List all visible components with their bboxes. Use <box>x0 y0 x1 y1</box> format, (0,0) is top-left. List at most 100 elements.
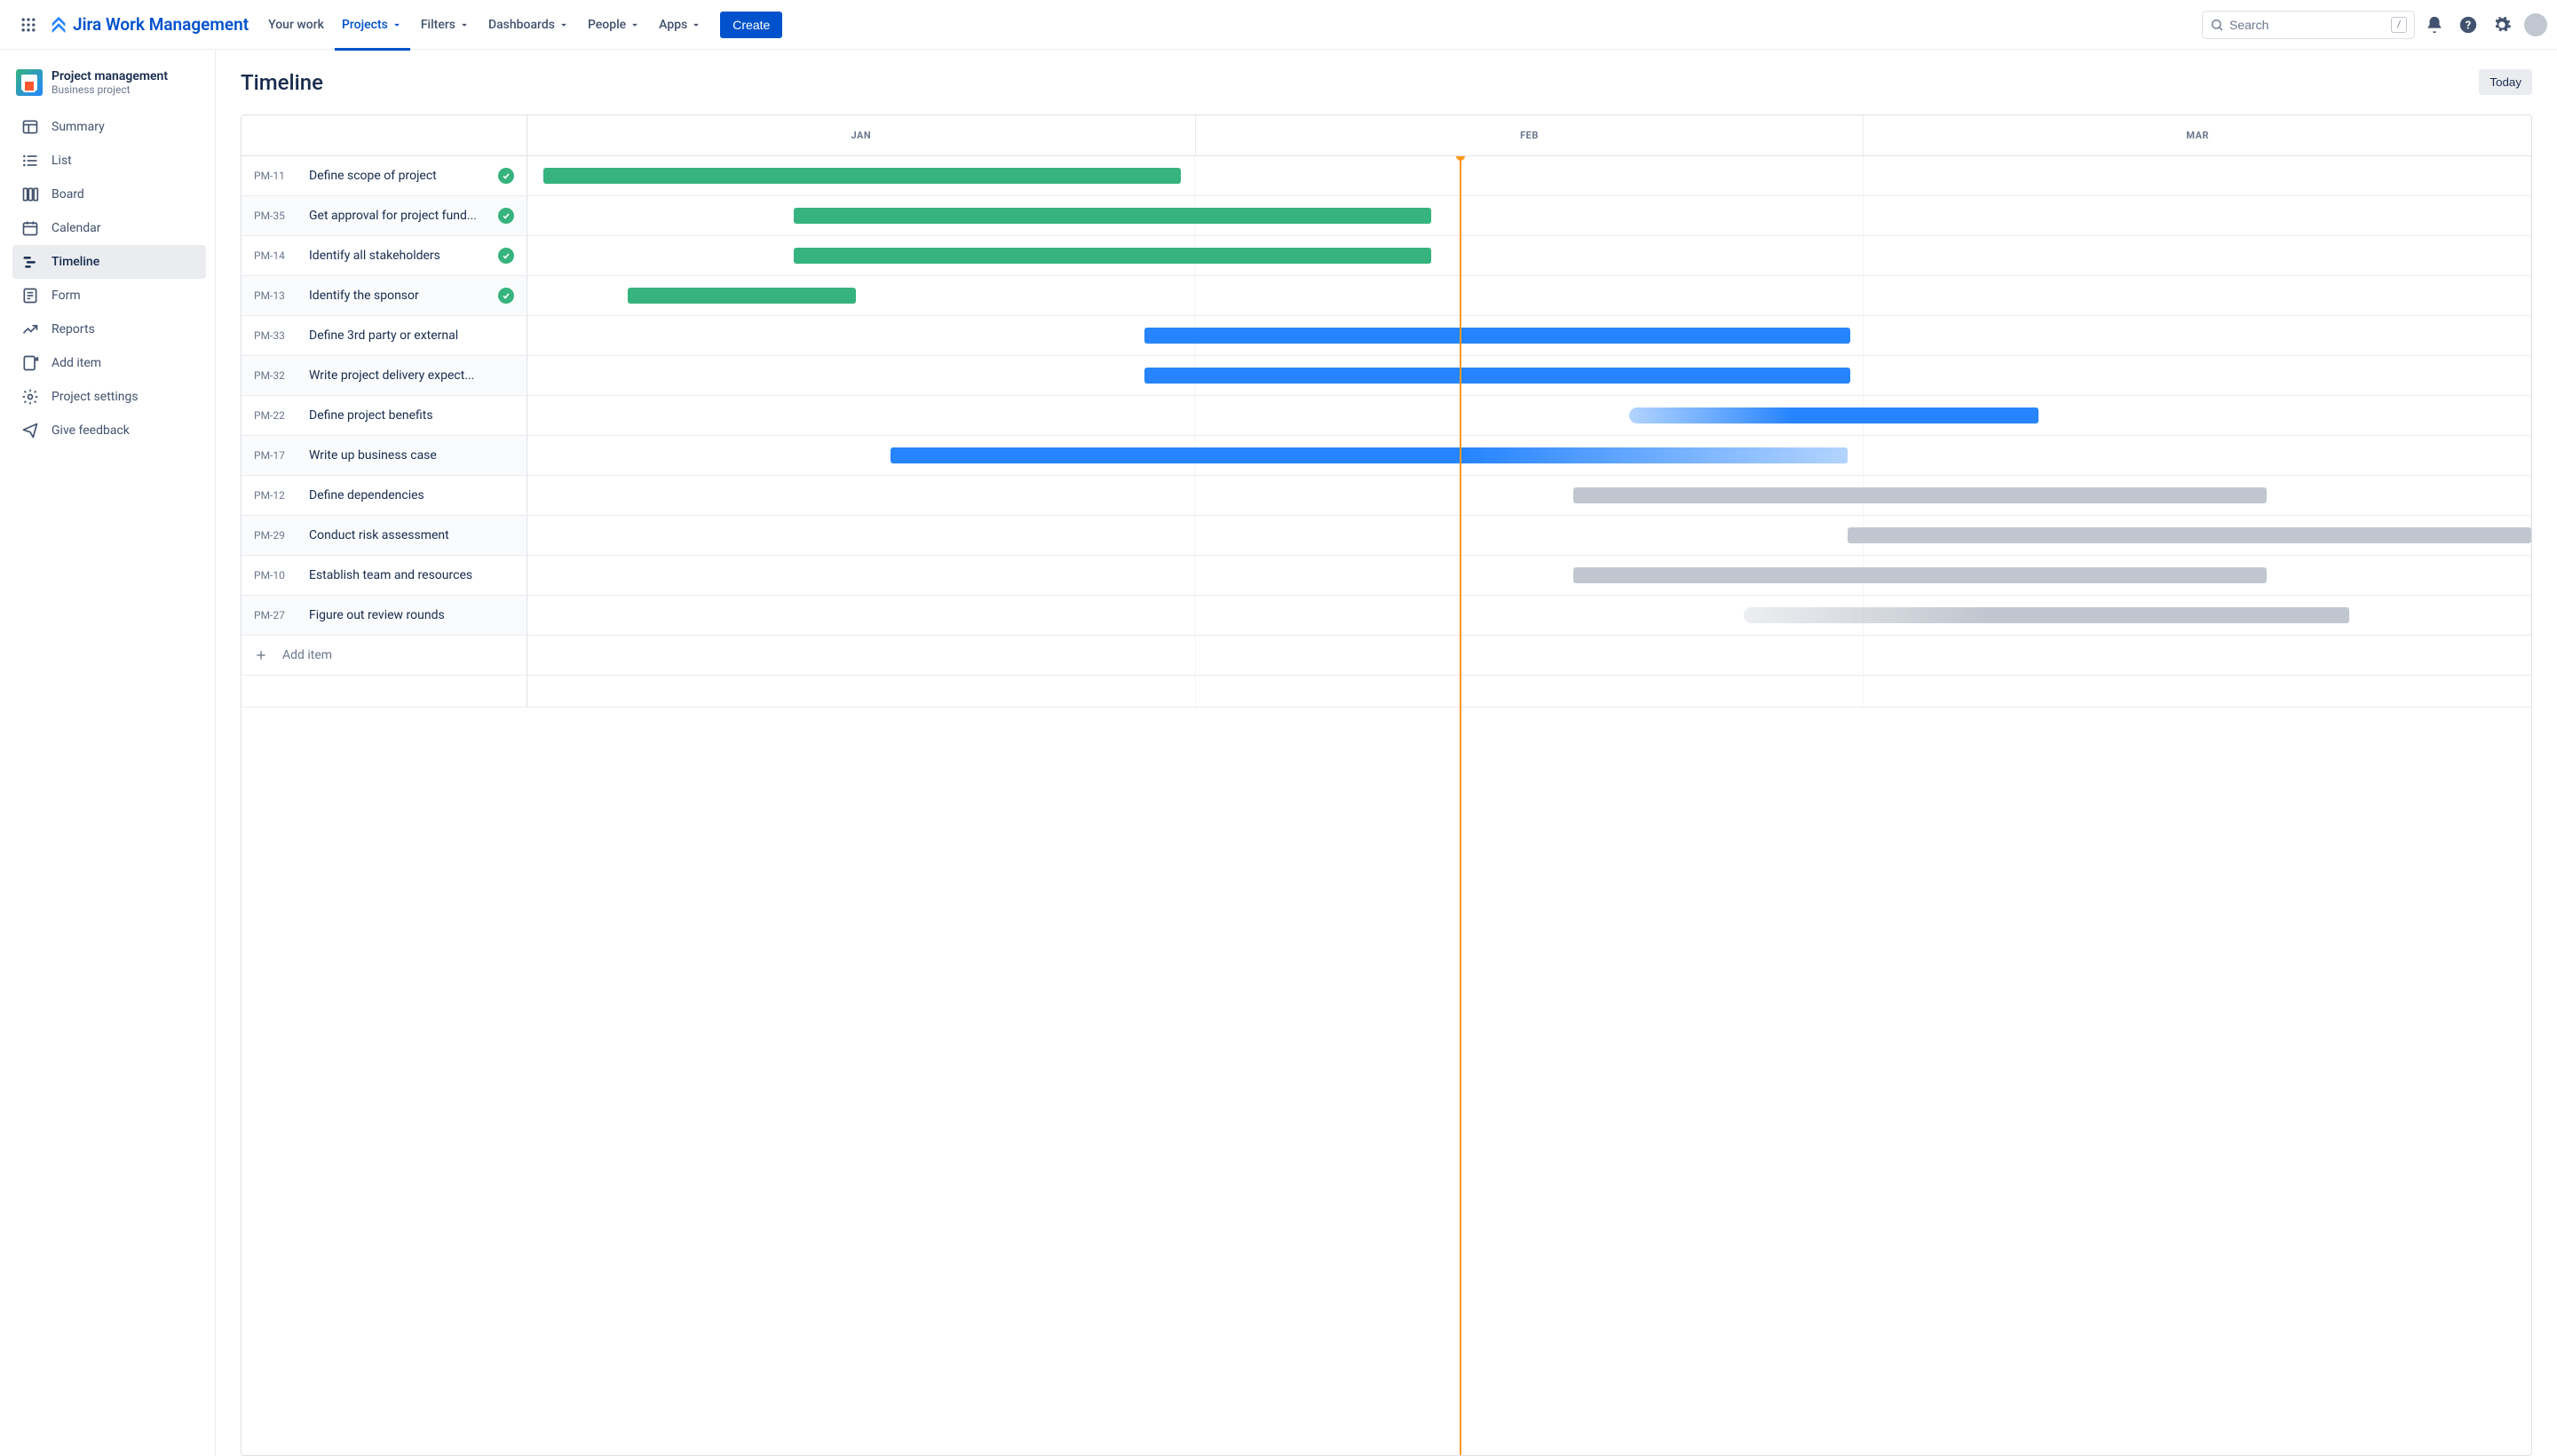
row-right <box>527 436 2531 475</box>
settings-icon[interactable] <box>2488 11 2516 39</box>
sidebar-item-label: Project settings <box>51 390 139 404</box>
gantt-bar[interactable] <box>1629 408 2038 423</box>
issue-key[interactable]: PM-27 <box>254 609 295 621</box>
today-button[interactable]: Today <box>2479 69 2532 95</box>
timeline-row[interactable]: PM-29 Conduct risk assessment <box>241 516 2531 556</box>
status-done-icon <box>498 168 514 184</box>
issue-key[interactable]: PM-13 <box>254 289 295 302</box>
nav-item-projects[interactable]: Projects <box>335 12 410 37</box>
issue-title[interactable]: Identify all stakeholders <box>309 249 484 263</box>
timeline-row[interactable]: PM-32 Write project delivery expect... <box>241 356 2531 396</box>
gantt-bar[interactable] <box>543 168 1181 184</box>
timeline-row[interactable]: PM-33 Define 3rd party or external <box>241 316 2531 356</box>
issue-title[interactable]: Define scope of project <box>309 169 484 183</box>
sidebar-item-give-feedback[interactable]: Give feedback <box>12 414 206 447</box>
product-logo[interactable]: Jira Work Management <box>50 14 249 35</box>
row-left: PM-17 Write up business case <box>241 436 527 475</box>
row-right <box>527 516 2531 555</box>
issue-title[interactable]: Write up business case <box>309 448 514 463</box>
row-right <box>527 316 2531 355</box>
sidebar-item-board[interactable]: Board <box>12 178 206 211</box>
issue-title[interactable]: Write project delivery expect... <box>309 368 514 383</box>
layout-icon <box>21 118 39 136</box>
issue-key[interactable]: PM-35 <box>254 210 295 222</box>
gantt-bar[interactable] <box>1573 487 2267 503</box>
sidebar-item-calendar[interactable]: Calendar <box>12 211 206 245</box>
timeline-row[interactable]: PM-10 Establish team and resources <box>241 556 2531 596</box>
issue-title[interactable]: Get approval for project fund... <box>309 209 484 223</box>
add-item-row[interactable]: Add item <box>241 636 2531 676</box>
chevron-down-icon <box>558 19 570 31</box>
search-box[interactable]: / <box>2202 11 2415 39</box>
issue-title[interactable]: Define project benefits <box>309 408 514 423</box>
help-icon[interactable]: ? <box>2454 11 2482 39</box>
sidebar-item-project-settings[interactable]: Project settings <box>12 380 206 414</box>
issue-key[interactable]: PM-29 <box>254 529 295 542</box>
issue-key[interactable]: PM-11 <box>254 170 295 182</box>
add-item-label: Add item <box>282 648 332 662</box>
issue-title[interactable]: Conduct risk assessment <box>309 528 514 542</box>
issue-key[interactable]: PM-17 <box>254 449 295 462</box>
row-right <box>527 556 2531 595</box>
sidebar-item-summary[interactable]: Summary <box>12 110 206 144</box>
issue-title[interactable]: Identify the sponsor <box>309 289 484 303</box>
timeline-row[interactable]: PM-13 Identify the sponsor <box>241 276 2531 316</box>
notifications-icon[interactable] <box>2420 11 2449 39</box>
timeline-row[interactable]: PM-14 Identify all stakeholders <box>241 236 2531 276</box>
board-icon <box>21 186 39 203</box>
issue-key[interactable]: PM-33 <box>254 329 295 342</box>
timeline-row[interactable]: PM-27 Figure out review rounds <box>241 596 2531 636</box>
sidebar-item-add-item[interactable]: Add item <box>12 346 206 380</box>
nav-item-filters[interactable]: Filters <box>414 12 478 37</box>
gantt-bar[interactable] <box>794 208 1431 224</box>
nav-items: Your workProjectsFiltersDashboardsPeople… <box>261 12 709 37</box>
gantt-bar[interactable] <box>1144 328 1849 344</box>
timeline-row[interactable]: PM-11 Define scope of project <box>241 156 2531 196</box>
sidebar-item-timeline[interactable]: Timeline <box>12 245 206 279</box>
issue-title[interactable]: Define dependencies <box>309 488 514 502</box>
top-navigation: Jira Work Management Your workProjectsFi… <box>0 0 2557 50</box>
chevron-down-icon <box>391 19 403 31</box>
row-left: PM-32 Write project delivery expect... <box>241 356 527 395</box>
timeline-row[interactable]: PM-35 Get approval for project fund... <box>241 196 2531 236</box>
issue-key[interactable]: PM-12 <box>254 489 295 502</box>
sidebar-item-label: Form <box>51 289 81 303</box>
issue-key[interactable]: PM-32 <box>254 369 295 382</box>
gantt-bar[interactable] <box>1744 607 2349 623</box>
list-icon <box>21 152 39 170</box>
nav-item-your-work[interactable]: Your work <box>261 12 331 37</box>
sidebar-item-list[interactable]: List <box>12 144 206 178</box>
timeline-row[interactable]: PM-22 Define project benefits <box>241 396 2531 436</box>
timeline-row[interactable]: PM-17 Write up business case <box>241 436 2531 476</box>
app-switcher-icon[interactable] <box>14 11 43 39</box>
gantt-bar[interactable] <box>1848 527 2531 543</box>
issue-title[interactable]: Establish team and resources <box>309 568 514 582</box>
row-right <box>527 196 2531 235</box>
topnav-right: / ? <box>2202 11 2550 39</box>
gantt-bar[interactable] <box>1144 368 1849 384</box>
timeline-header-left <box>241 115 527 155</box>
issue-title[interactable]: Define 3rd party or external <box>309 328 514 343</box>
gantt-bar[interactable] <box>794 248 1431 264</box>
gantt-bar[interactable] <box>891 447 1848 463</box>
gantt-bar[interactable] <box>628 288 856 304</box>
nav-item-dashboards[interactable]: Dashboards <box>481 12 577 37</box>
product-name: Jira Work Management <box>73 14 249 35</box>
gantt-bar[interactable] <box>1573 567 2267 583</box>
issue-key[interactable]: PM-10 <box>254 569 295 582</box>
timeline-row[interactable]: PM-12 Define dependencies <box>241 476 2531 516</box>
timeline-icon <box>21 253 39 271</box>
issue-key[interactable]: PM-14 <box>254 249 295 262</box>
project-header[interactable]: Project management Business project <box>12 69 206 96</box>
row-left: PM-10 Establish team and resources <box>241 556 527 595</box>
issue-key[interactable]: PM-22 <box>254 409 295 422</box>
search-input[interactable] <box>2224 18 2391 32</box>
nav-item-people[interactable]: People <box>581 12 648 37</box>
sidebar-item-form[interactable]: Form <box>12 279 206 313</box>
create-button[interactable]: Create <box>720 12 782 38</box>
sidebar-item-reports[interactable]: Reports <box>12 313 206 346</box>
profile-avatar[interactable] <box>2521 11 2550 39</box>
row-right <box>527 476 2531 515</box>
nav-item-apps[interactable]: Apps <box>652 12 709 37</box>
issue-title[interactable]: Figure out review rounds <box>309 608 514 622</box>
